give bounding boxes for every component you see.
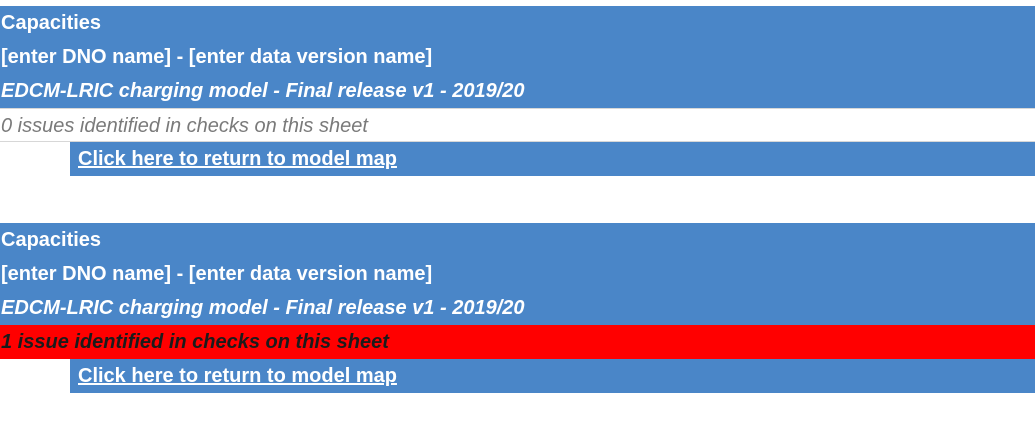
- model-map-link-row: Click here to return to model map: [70, 359, 1035, 393]
- dno-version-line: [enter DNO name] - [enter data version n…: [0, 40, 1035, 74]
- sheet-title: Capacities: [0, 6, 1035, 40]
- return-to-model-map-link[interactable]: Click here to return to model map: [78, 365, 397, 387]
- sheet-title: Capacities: [0, 223, 1035, 257]
- dno-version-line: [enter DNO name] - [enter data version n…: [0, 257, 1035, 291]
- model-map-link-row: Click here to return to model map: [70, 142, 1035, 176]
- return-to-model-map-link[interactable]: Click here to return to model map: [78, 148, 397, 170]
- check-status-error: 1 issue identified in checks on this she…: [0, 325, 1035, 359]
- model-release-line: EDCM-LRIC charging model - Final release…: [0, 291, 1035, 325]
- check-status: 0 issues identified in checks on this sh…: [0, 108, 1035, 142]
- model-release-line: EDCM-LRIC charging model - Final release…: [0, 74, 1035, 108]
